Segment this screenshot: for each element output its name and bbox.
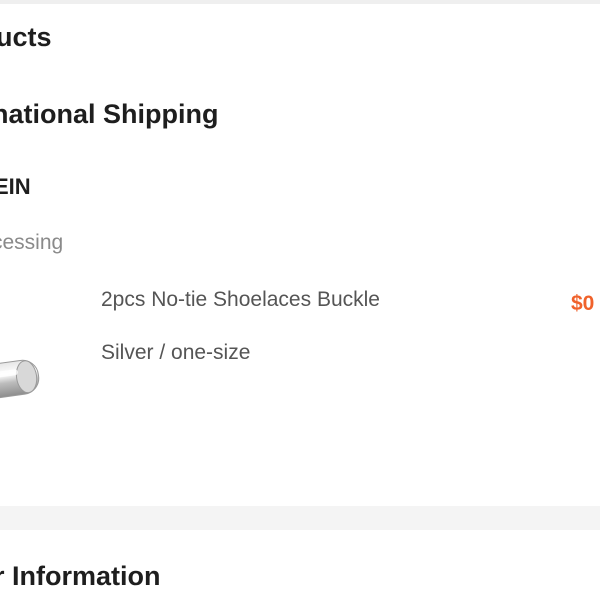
product-variant: Silver / one-size bbox=[101, 341, 251, 364]
order-detail-page: ucts national Shipping EIN cessing bbox=[0, 0, 600, 600]
shoelace-buckle-icon bbox=[0, 359, 40, 403]
order-status: cessing bbox=[0, 231, 64, 254]
products-card: ucts national Shipping EIN cessing bbox=[0, 4, 600, 506]
product-price: $0 bbox=[571, 292, 595, 315]
order-information-card: r Information bbox=[0, 530, 600, 600]
product-name[interactable]: 2pcs No-tie Shoelaces Buckle bbox=[101, 288, 380, 312]
shipping-method-title: national Shipping bbox=[0, 99, 219, 129]
seller-name: EIN bbox=[0, 174, 31, 199]
products-section-title: ucts bbox=[0, 22, 52, 52]
order-information-title: r Information bbox=[0, 561, 161, 591]
product-image[interactable] bbox=[0, 274, 50, 424]
product-item[interactable]: 2pcs No-tie Shoelaces Buckle Silver / on… bbox=[0, 274, 600, 474]
